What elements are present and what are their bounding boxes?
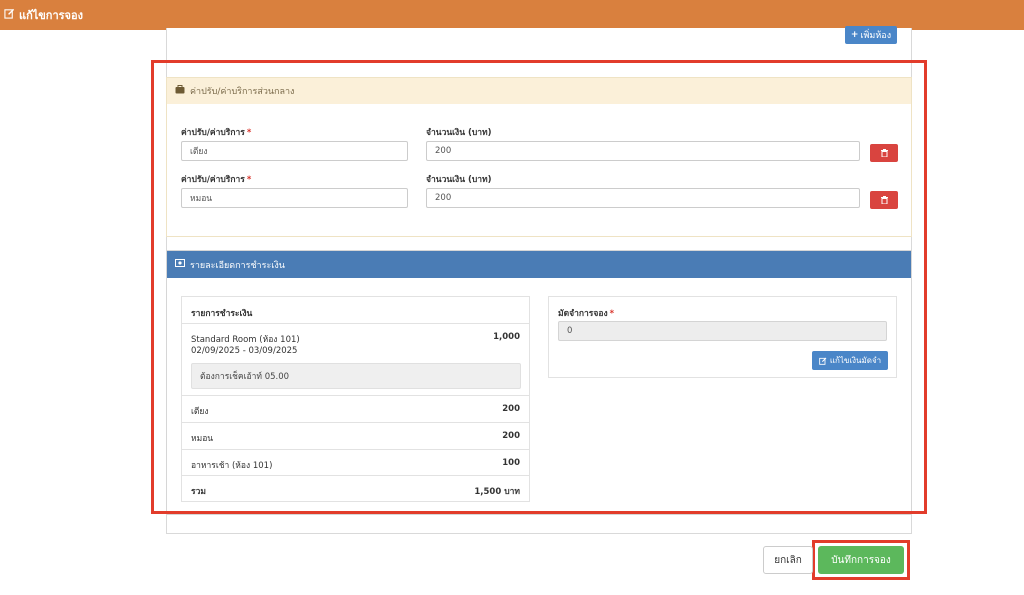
highlight-frame [151,60,927,514]
add-room-button[interactable]: + เพิ่มห้อง [845,26,897,44]
edit-icon [4,8,16,22]
add-room-label: เพิ่มห้อง [860,31,892,41]
save-booking-button[interactable]: บันทึกการจอง [818,546,904,574]
page-title: แก้ไขการจอง [19,9,83,22]
cancel-button[interactable]: ยกเลิก [763,546,813,574]
plus-icon: + [850,30,859,40]
